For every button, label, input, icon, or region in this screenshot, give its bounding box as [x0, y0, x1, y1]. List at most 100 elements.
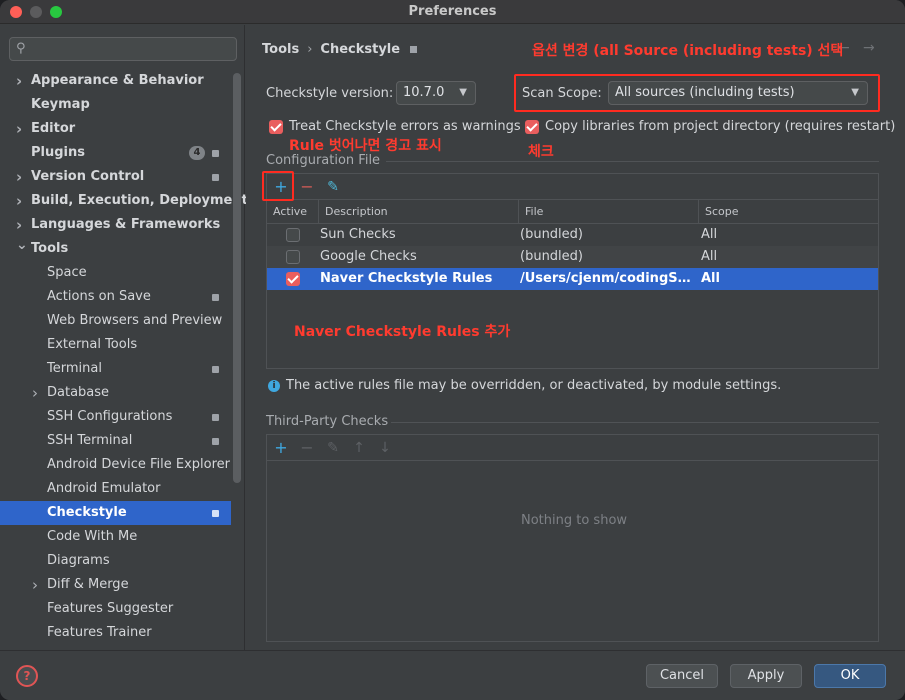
cell-scope: All	[701, 271, 720, 286]
checkstyle-settings-panel: Tools › Checkstyle ← → Checkstyle version:…	[246, 25, 905, 650]
checkstyle-version-select[interactable]: 10.7.0 ▼	[396, 81, 476, 105]
chevron-right-icon[interactable]: ›	[16, 69, 22, 93]
move-up-button[interactable]: ↑	[348, 437, 370, 459]
sidebar-item-label: SSH Configurations	[47, 409, 173, 424]
chevron-down-icon[interactable]: ⌄	[16, 233, 28, 257]
sidebar: ⚲ › Appearance & Behavior Keymap › Editor Plu…	[0, 25, 248, 650]
sidebar-item-diagrams[interactable]: Diagrams	[0, 549, 231, 573]
chevron-down-icon: ▼	[459, 87, 467, 98]
sidebar-item-web-browsers-and-preview[interactable]: Web Browsers and Preview	[0, 309, 231, 333]
column-header-active[interactable]: Active	[267, 200, 319, 224]
sidebar-item-tools[interactable]: ⌄ Tools	[0, 237, 231, 261]
checkstyle-version-value: 10.7.0	[403, 85, 445, 100]
third-party-checks-panel: + − ✎ ↑ ↓ Nothing to show	[266, 434, 879, 642]
section-divider	[386, 161, 879, 162]
sidebar-item-label: Code With Me	[47, 529, 138, 544]
sidebar-item-label: Diagrams	[47, 553, 110, 568]
sidebar-item-label: Checkstyle	[47, 505, 127, 520]
sidebar-item-version-control[interactable]: › Version Control	[0, 165, 231, 189]
sidebar-item-code-with-me[interactable]: Code With Me	[0, 525, 231, 549]
pin-icon	[212, 294, 219, 301]
column-header-description[interactable]: Description	[319, 200, 519, 224]
pin-icon	[410, 46, 418, 53]
third-party-checks-title: Third-Party Checks	[266, 414, 389, 429]
breadcrumb-parent[interactable]: Tools	[262, 42, 299, 57]
add-third-party-button[interactable]: +	[270, 437, 292, 459]
chevron-right-icon[interactable]: ›	[16, 165, 22, 189]
cell-scope: All	[701, 227, 718, 242]
sidebar-item-appearance-behavior[interactable]: › Appearance & Behavior	[0, 69, 231, 93]
sidebar-item-ssh-configurations[interactable]: SSH Configurations	[0, 405, 231, 429]
sidebar-item-keymap[interactable]: Keymap	[0, 93, 231, 117]
column-header-file[interactable]: File	[519, 200, 699, 224]
table-row[interactable]: Sun Checks (bundled) All	[267, 224, 878, 246]
remove-config-button[interactable]: −	[296, 176, 318, 198]
column-header-scope[interactable]: Scope	[699, 200, 879, 224]
sidebar-item-space[interactable]: Space	[0, 261, 231, 285]
active-checkbox[interactable]	[286, 250, 300, 264]
sidebar-item-editor[interactable]: › Editor	[0, 117, 231, 141]
active-rules-info: The active rules file may be overridden,…	[286, 378, 782, 393]
sidebar-item-features-trainer[interactable]: Features Trainer	[0, 621, 231, 645]
chevron-right-icon[interactable]: ›	[16, 189, 22, 213]
cell-file: (bundled)	[520, 249, 583, 264]
active-checkbox[interactable]	[286, 272, 300, 286]
sidebar-item-features-suggester[interactable]: Features Suggester	[0, 597, 231, 621]
sidebar-item-label: SSH Terminal	[47, 433, 133, 448]
configuration-toolbar: + − ✎	[267, 174, 878, 200]
cancel-button[interactable]: Cancel	[646, 664, 718, 688]
sidebar-item-checkstyle[interactable]: Checkstyle	[0, 501, 231, 525]
cell-file: (bundled)	[520, 227, 583, 242]
sidebar-item-label: Features Trainer	[47, 625, 152, 640]
table-row[interactable]: Google Checks (bundled) All	[267, 246, 878, 268]
sidebar-item-languages-frameworks[interactable]: › Languages & Frameworks	[0, 213, 231, 237]
add-rules-annotation: Naver Checkstyle Rules 추가	[294, 324, 511, 340]
cell-description: Google Checks	[320, 249, 417, 264]
add-button-highlight-box	[262, 171, 294, 201]
table-row[interactable]: Naver Checkstyle Rules/Users/cjenm/codin…	[267, 268, 878, 290]
breadcrumb-current: Checkstyle	[320, 42, 401, 57]
forward-arrow-icon[interactable]: →	[863, 40, 875, 56]
sidebar-item-external-tools[interactable]: External Tools	[0, 333, 231, 357]
sidebar-item-plugins[interactable]: Plugins 4	[0, 141, 231, 165]
cell-scope: All	[701, 249, 718, 264]
chevron-right-icon[interactable]: ›	[16, 117, 22, 141]
sidebar-item-diff-merge[interactable]: › Diff & Merge	[0, 573, 231, 597]
sidebar-scrollbar[interactable]	[233, 73, 241, 483]
apply-button[interactable]: Apply	[730, 664, 802, 688]
sidebar-item-label: Actions on Save	[47, 289, 151, 304]
remove-third-party-button[interactable]: −	[296, 437, 318, 459]
chevron-right-icon[interactable]: ›	[32, 381, 38, 405]
sidebar-item-build-execution-deployment[interactable]: › Build, Execution, Deployment	[0, 189, 248, 213]
edit-third-party-button[interactable]: ✎	[322, 437, 344, 459]
checkstyle-version-label: Checkstyle version:	[266, 86, 394, 101]
edit-config-button[interactable]: ✎	[322, 176, 344, 198]
sidebar-item-terminal[interactable]: Terminal	[0, 357, 231, 381]
sidebar-item-database[interactable]: › Database	[0, 381, 231, 405]
help-button[interactable]: ?	[16, 665, 38, 687]
sidebar-item-actions-on-save[interactable]: Actions on Save	[0, 285, 231, 309]
section-divider	[391, 422, 879, 423]
pin-icon	[212, 174, 219, 181]
pin-icon	[212, 366, 219, 373]
help-icon: ?	[23, 669, 31, 683]
settings-search-input[interactable]: ⚲	[9, 37, 237, 61]
sidebar-item-android-device-file-explorer[interactable]: Android Device File Explorer	[0, 453, 231, 477]
update-count-badge: 4	[189, 146, 205, 160]
treat-errors-checkbox[interactable]	[269, 120, 283, 134]
sidebar-item-ssh-terminal[interactable]: SSH Terminal	[0, 429, 231, 453]
copy-libs-checkbox[interactable]	[525, 120, 539, 134]
chevron-right-icon[interactable]: ›	[32, 573, 38, 597]
move-down-button[interactable]: ↓	[374, 437, 396, 459]
sidebar-item-label: Android Emulator	[47, 481, 161, 496]
sidebar-item-label: Build, Execution, Deployment	[31, 193, 248, 208]
sidebar-item-label: Editor	[31, 121, 76, 136]
sidebar-item-label: Terminal	[47, 361, 102, 376]
active-checkbox[interactable]	[286, 228, 300, 242]
pin-icon	[212, 438, 219, 445]
sidebar-item-android-emulator[interactable]: Android Emulator	[0, 477, 231, 501]
cell-description: Sun Checks	[320, 227, 396, 242]
preferences-window: Preferences ⚲ › Appearance & Behavior Keym…	[0, 0, 905, 700]
copy-libs-annotation: 체크	[528, 144, 554, 160]
ok-button[interactable]: OK	[814, 664, 886, 688]
